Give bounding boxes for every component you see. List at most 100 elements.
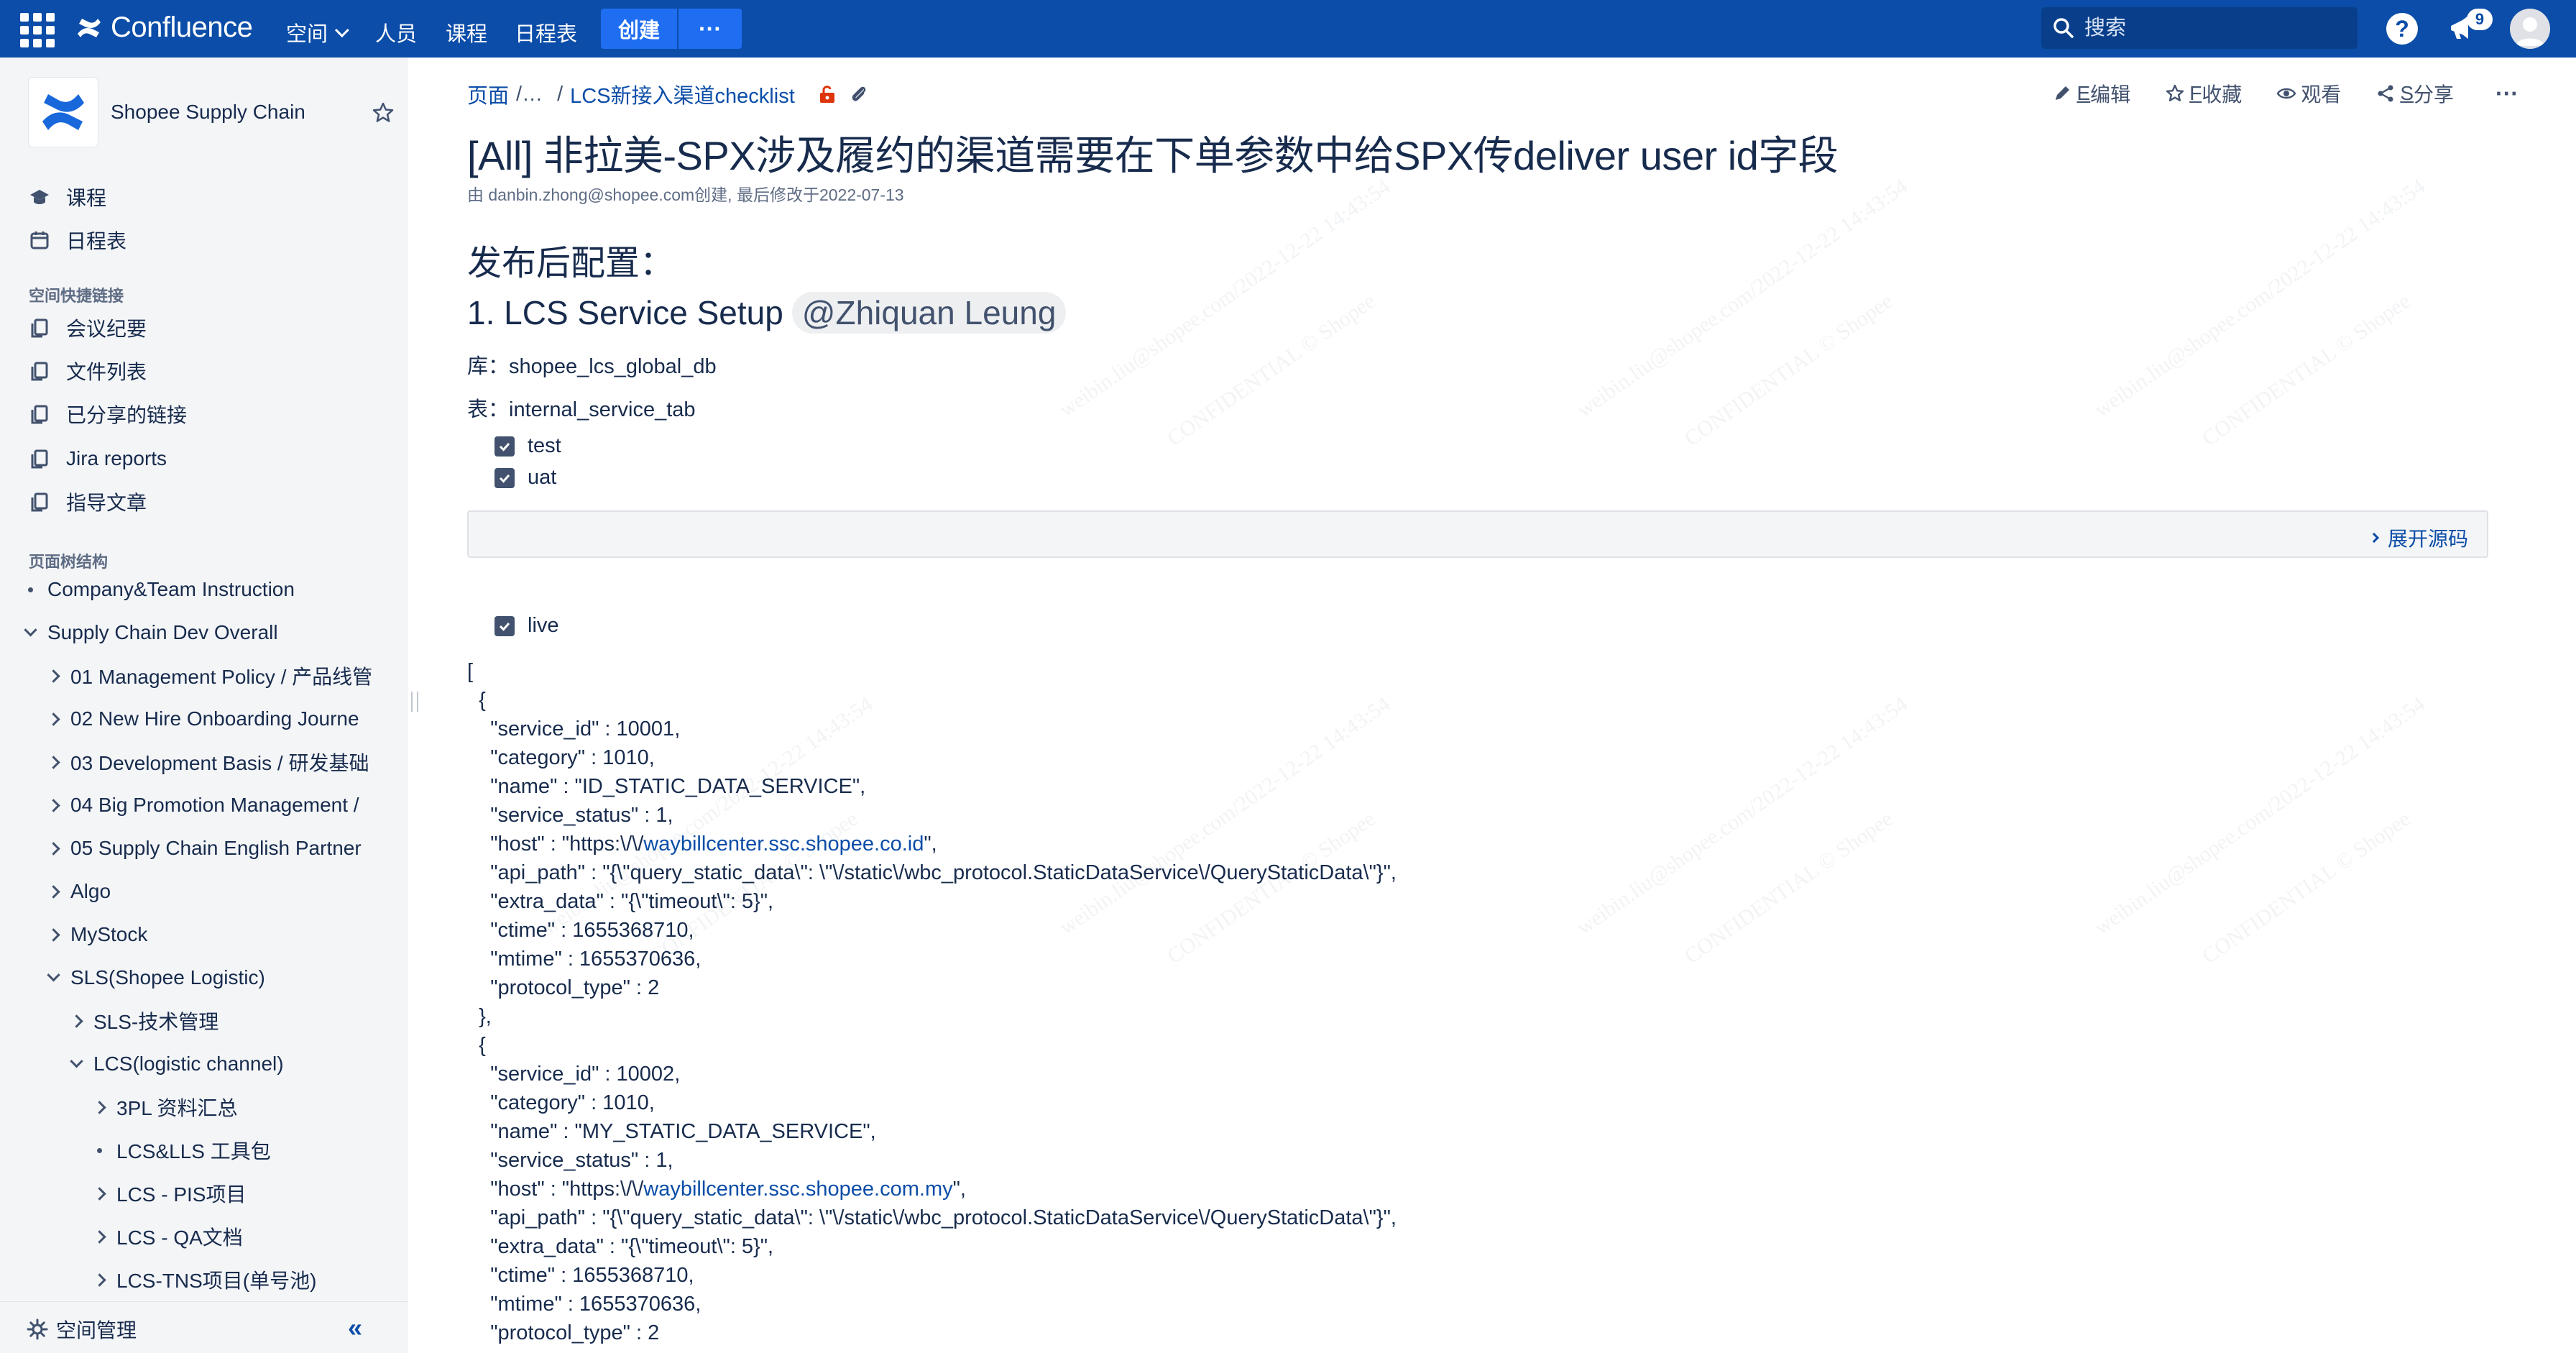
page-tree: Company&Team Instruction Supply Chain De… [0, 575, 374, 1353]
copy-link-icon [29, 448, 50, 469]
expand-source-button[interactable]: 展开源码 [2368, 523, 2468, 552]
chevron-right-icon[interactable] [91, 1271, 108, 1288]
expand-source-label: 展开源码 [2387, 528, 2468, 550]
favourite-label: 收藏 [2202, 83, 2242, 106]
task-item[interactable]: test [494, 434, 561, 458]
shortcut-guide-articles[interactable]: 指导文章 [29, 487, 147, 516]
share-icon [2378, 85, 2393, 102]
space-name[interactable]: Shopee Supply Chain [111, 101, 305, 124]
more-actions-button[interactable]: ··· [2496, 81, 2518, 107]
watch-button[interactable]: 观看 [2276, 79, 2341, 108]
graduation-icon [29, 186, 50, 208]
unlock-restrictions-icon[interactable] [816, 83, 838, 105]
star-icon [2166, 84, 2184, 101]
chevron-right-icon[interactable] [45, 797, 62, 814]
chevron-right-icon[interactable] [45, 926, 62, 943]
task-item[interactable]: uat [494, 466, 556, 490]
help-icon[interactable]: ? [2386, 13, 2418, 45]
star-space-icon[interactable] [371, 101, 395, 125]
shortcuts-heading: 空间快捷链接 [29, 287, 124, 305]
tree-item[interactable]: LCS - QA文档 [91, 1222, 243, 1251]
nav-courses[interactable]: 课程 [446, 17, 487, 47]
chevron-down-icon[interactable] [68, 1055, 85, 1073]
chevron-down-icon[interactable] [22, 624, 39, 641]
user-avatar[interactable] [2510, 9, 2550, 49]
tree-item[interactable]: LCS-TNS项目(单号池) [91, 1265, 316, 1294]
tree-item[interactable]: LCS - PIS项目 [91, 1179, 246, 1208]
user-mention[interactable]: @Zhiquan Leung [791, 292, 1067, 334]
breadcrumb-parent-link[interactable]: LCS新接入渠道checklist [570, 79, 795, 109]
search-field[interactable] [2041, 7, 2358, 49]
tree-item[interactable]: 3PL 资料汇总 [91, 1093, 238, 1122]
chevron-right-icon[interactable] [91, 1099, 108, 1116]
checkbox-checked-icon[interactable] [494, 436, 515, 457]
chevron-right-icon[interactable] [45, 840, 62, 857]
chevron-right-icon[interactable] [45, 710, 62, 728]
tree-item[interactable]: 05 Supply Chain English Partner [45, 834, 362, 863]
tree-item[interactable]: 02 New Hire Onboarding Journe [45, 705, 359, 733]
tree-item[interactable]: LCS(logistic channel) [68, 1050, 284, 1078]
chevron-right-icon[interactable] [45, 753, 62, 771]
breadcrumb-ellipsis[interactable]: /… [516, 83, 543, 106]
chevron-down-icon[interactable] [45, 969, 62, 986]
shortcut-shared-links[interactable]: 已分享的链接 [29, 400, 187, 428]
tree-item[interactable]: 03 Development Basis / 研发基础 [45, 748, 369, 776]
nav-people[interactable]: 人员 [375, 17, 417, 47]
host-link[interactable]: waybillcenter.ssc.shopee.co.id [643, 833, 924, 856]
tree-item[interactable]: SLS(Shopee Logistic) [45, 963, 265, 992]
chevron-right-icon[interactable] [45, 667, 62, 684]
checkbox-checked-icon[interactable] [494, 615, 515, 636]
app-switcher-icon[interactable] [20, 13, 55, 47]
chevron-right-icon[interactable] [45, 883, 62, 900]
json-line: "protocol_type" : 2 [467, 1321, 660, 1344]
chevron-right-icon[interactable] [68, 1012, 85, 1029]
tree-item[interactable]: Algo [45, 877, 111, 906]
task-item[interactable]: live [494, 614, 559, 638]
confluence-logo[interactable]: Confluence [75, 12, 253, 44]
space-logo[interactable] [29, 78, 98, 147]
tree-item[interactable]: 04 Big Promotion Management / [45, 791, 359, 820]
json-line: "category" : 1010, [467, 1091, 655, 1114]
space-settings-button[interactable]: 空间管理 [26, 1315, 137, 1344]
host-link[interactable]: waybillcenter.ssc.shopee.com.my [643, 1178, 952, 1201]
nav-spaces-dropdown[interactable]: 空间 [286, 17, 349, 47]
json-line: "api_path" : "{\"query_static_data\": \"… [467, 1206, 1397, 1229]
search-input[interactable] [2084, 16, 2343, 40]
page-title: [All] 非拉美-SPX涉及履约的渠道需要在下单参数中给SPX传deliver… [467, 133, 1839, 178]
json-line: "extra_data" : "{\"timeout\": 5}", [467, 1235, 774, 1258]
heading-text: 1. LCS Service Setup [467, 294, 783, 331]
watermark: CONFIDENTIAL © Shopee [1680, 807, 1898, 969]
json-line: "mtime" : 1655370636, [467, 1293, 702, 1316]
watermark: weibin.liu@shopee.com/2022-12-22 14:43:5… [2090, 174, 2430, 423]
create-button[interactable]: 创建 [601, 9, 677, 49]
edit-button[interactable]: E 编辑 [2052, 79, 2130, 108]
collapse-sidebar-icon[interactable]: « [341, 1313, 369, 1342]
tree-item[interactable]: 01 Management Policy / 产品线管 [45, 661, 372, 690]
db-line: 库：shopee_lcs_global_db [467, 355, 717, 378]
shortcut-file-list[interactable]: 文件列表 [29, 357, 147, 385]
sidebar-item-courses[interactable]: 课程 [29, 183, 106, 211]
chevron-right-icon[interactable] [91, 1185, 108, 1202]
tree-item[interactable]: Supply Chain Dev Overall [22, 618, 278, 647]
create-more-button[interactable]: ··· [678, 9, 742, 49]
page-content: weibin.liu@shopee.com/2022-12-22 14:43:5… [408, 58, 2576, 1353]
favourite-button[interactable]: F 收藏 [2165, 79, 2242, 108]
tree-item-label: 3PL 资料汇总 [116, 1097, 238, 1119]
tree-item[interactable]: LCS&LLS 工具包 [91, 1136, 271, 1165]
table-line: 表：internal_service_tab [467, 398, 696, 421]
breadcrumb-pages-link[interactable]: 页面 [467, 79, 509, 109]
chevron-right-icon[interactable] [91, 1228, 108, 1245]
shortcut-jira-reports[interactable]: Jira reports [29, 444, 167, 473]
tree-item[interactable]: Company&Team Instruction [22, 575, 295, 604]
tree-item[interactable]: MyStock [45, 920, 147, 949]
tree-item[interactable]: SLS-技术管理 [68, 1006, 218, 1035]
checkbox-checked-icon[interactable] [494, 467, 515, 488]
shortcut-meeting-notes[interactable]: 会议纪要 [29, 313, 147, 342]
chevron-right-icon [2368, 532, 2380, 544]
attachment-icon[interactable] [848, 83, 870, 105]
share-button[interactable]: S 分享 [2375, 79, 2454, 108]
nav-calendar[interactable]: 日程表 [515, 17, 577, 47]
sidebar-item-calendar[interactable]: 日程表 [29, 226, 126, 254]
watch-label: 观看 [2301, 83, 2342, 106]
task-label: test [528, 434, 561, 457]
